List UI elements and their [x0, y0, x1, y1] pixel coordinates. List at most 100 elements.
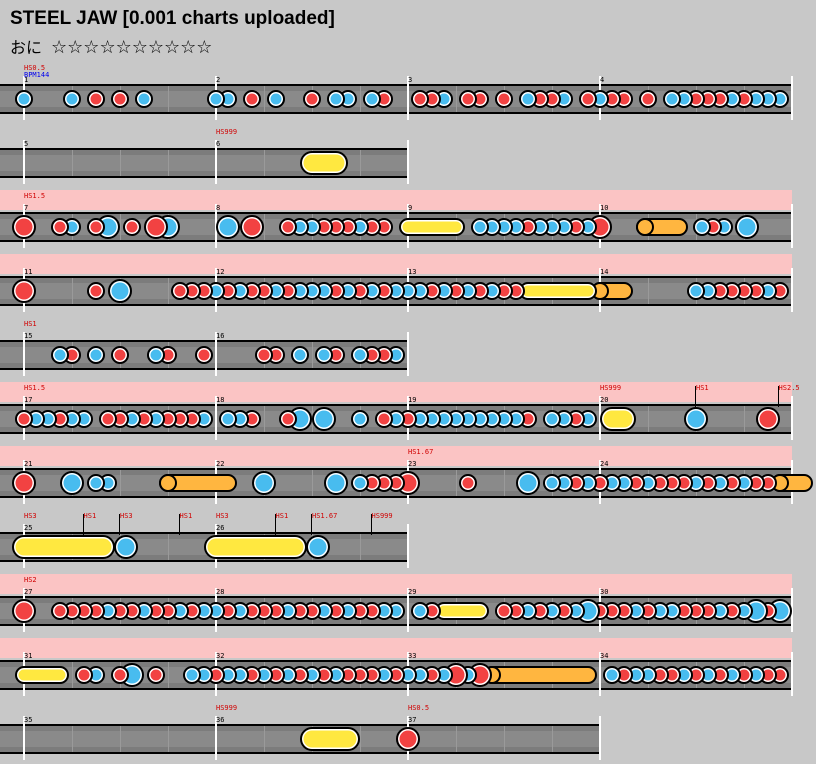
beat-line [264, 150, 265, 176]
measure-bar [791, 396, 793, 440]
measure-number: 11 [24, 268, 33, 276]
measure-number: 13 [408, 268, 417, 276]
measure-number: 31 [24, 652, 33, 660]
scroll-band [0, 254, 792, 274]
ka-note [315, 346, 333, 364]
drumroll [399, 218, 465, 236]
big-ka-note [305, 535, 330, 559]
beat-line [168, 662, 169, 688]
ka-note [183, 666, 201, 684]
ka-note [471, 218, 489, 236]
don-note [51, 602, 69, 620]
measure-number: 19 [408, 396, 417, 404]
beat-line [168, 278, 169, 304]
lane-bottom-border [0, 752, 600, 754]
lane-bottom-border [0, 560, 408, 562]
measure-number: 24 [600, 460, 609, 468]
measure-bar [407, 332, 409, 376]
measure-number: 22 [216, 460, 225, 468]
beat-line [648, 406, 649, 432]
big-ka-note [60, 471, 84, 495]
lane-bottom-border [0, 432, 792, 434]
don-note [51, 218, 69, 236]
ka-note [351, 346, 369, 364]
beat-line [312, 470, 313, 496]
measure-number: 34 [600, 652, 609, 660]
ka-note [147, 346, 165, 364]
lane-top-border [0, 212, 792, 214]
don-note [75, 666, 93, 684]
ka-note [63, 90, 81, 108]
ka-note [15, 90, 33, 108]
scroll-change-marker [695, 386, 696, 407]
measure-number: 12 [216, 268, 225, 276]
beat-line [168, 150, 169, 176]
lane-top-border [0, 404, 792, 406]
beat-line [744, 406, 745, 432]
beat-line [264, 406, 265, 432]
chart-row: 5 6 HS999 [0, 126, 816, 188]
measure-number: 21 [24, 460, 33, 468]
big-ka-note [312, 407, 336, 431]
chart-row: 7 8 9 10 HS1.5 [0, 190, 816, 252]
beat-line [360, 726, 361, 752]
don-note [459, 474, 477, 492]
measure-number: 25 [24, 524, 33, 532]
chart-row: 31 32 33 34 [0, 638, 816, 700]
don-note [459, 90, 477, 108]
lane-top-border [0, 468, 792, 470]
scroll-speed-label: HS1 [179, 512, 193, 520]
big-don-note [12, 215, 36, 239]
difficulty-stars: ☆☆☆☆☆☆☆☆☆☆ [51, 37, 213, 58]
scroll-change-marker [119, 514, 120, 535]
scroll-change-marker [178, 514, 180, 535]
beat-line [264, 86, 265, 112]
ka-note [267, 90, 285, 108]
big-don-note [12, 599, 36, 623]
beat-line [264, 214, 265, 240]
measure-number: 37 [408, 716, 417, 724]
scroll-speed-label: HS2.5 [778, 384, 800, 392]
don-note [171, 282, 189, 300]
beat-line [72, 278, 73, 304]
scroll-speed-label: HS999 [600, 384, 622, 392]
don-note [495, 602, 513, 620]
chart-row: 1 2 3 4 HS0.5 BPM144 [0, 62, 816, 124]
measure-number: 26 [216, 524, 225, 532]
scroll-speed-label: HS1 [83, 512, 97, 520]
lane-bottom-border [0, 688, 792, 690]
big-don-note [396, 727, 420, 751]
don-note [99, 410, 117, 428]
beat-line [168, 534, 169, 560]
ka-note [411, 602, 429, 620]
ka-note [51, 346, 69, 364]
ka-note [603, 666, 621, 684]
difficulty-header: おに ☆☆☆☆☆☆☆☆☆☆ [10, 37, 212, 58]
lane-bottom-border [0, 176, 408, 178]
beat-line [120, 214, 121, 240]
beat-line [168, 726, 169, 752]
scroll-band [0, 190, 792, 210]
ka-note [219, 410, 237, 428]
beat-line [264, 726, 265, 752]
measure-number: 7 [24, 204, 29, 212]
beat-line [360, 150, 361, 176]
beat-line [456, 470, 457, 496]
chart-row: 11 12 13 14 [0, 254, 816, 316]
ka-note [87, 474, 105, 492]
measure-number: 23 [408, 460, 417, 468]
scroll-speed-label: HS1.67 [312, 512, 338, 520]
don-note [111, 90, 129, 108]
ka-note [543, 410, 561, 428]
lane-top-border [0, 84, 792, 86]
scroll-speed-label: HS1.67 [408, 448, 434, 456]
measure-number: 35 [24, 716, 33, 724]
lane-top-border [0, 148, 408, 150]
scroll-speed-label: HS3 [24, 512, 37, 520]
measure-number: 5 [24, 140, 29, 148]
don-note [243, 90, 261, 108]
big-don-note [756, 407, 780, 431]
beat-line [72, 150, 73, 176]
scroll-speed-label: HS999 [371, 512, 393, 520]
beat-line [456, 726, 457, 752]
